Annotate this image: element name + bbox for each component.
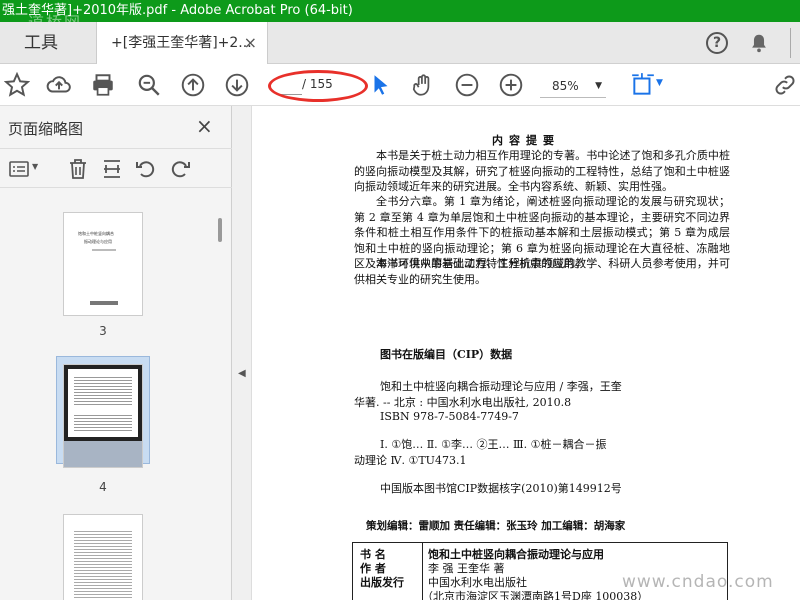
collapse-left-icon[interactable]: ◀ [238,368,246,379]
thumb-frame-left [64,365,68,441]
tab-divider [790,28,791,58]
cip-line-5: 动理论 Ⅳ. ①TU473.1 [354,454,467,467]
thumb-author-line [92,249,116,251]
panel-collapse-handle[interactable]: ◀ [232,106,252,600]
document-view: 内容提要 本书是关于桩土动力相互作用理论的专著。书中论述了饱和多孔介质中桩的竖向… [252,106,800,600]
watermark-url: www.cndao.com [622,572,774,592]
tab-document-label: +[李强王奎华著]+2... [111,35,252,51]
thumb-frame-right [138,365,142,441]
zoom-in-icon[interactable] [498,72,524,98]
page-thumbnail-5[interactable] [63,514,143,600]
table-row4-value: （北京市海淀区玉渊潭南路1号D座 100038） [422,590,649,600]
options-menu-icon[interactable] [8,157,32,181]
panel-toolbar: ▼ [0,148,232,188]
help-icon[interactable]: ? [706,32,728,54]
rotate-left-icon[interactable] [134,157,158,181]
cloud-upload-icon[interactable] [46,72,72,98]
bookmark-star-icon[interactable] [4,72,30,98]
thumbnail-scrollbar[interactable] [216,188,224,600]
thumb-frame-top [64,365,142,369]
scrollbar-thumb[interactable] [218,218,222,242]
editors-line: 策划编辑：雷顺加 责任编辑：张玉玲 加工编辑：胡海家 [366,520,626,532]
hand-tool-icon[interactable] [410,72,436,98]
thumb-text-block [74,375,132,405]
thumbnail-list: 饱和土中桩竖向耦合 振动理论与应用 3 4 [0,188,214,600]
zoom-value: 85% [552,79,579,93]
print-icon[interactable] [90,72,116,98]
link-icon[interactable] [772,72,798,98]
thumbnail-label-4: 4 [99,480,107,494]
page-down-icon[interactable] [224,72,250,98]
page-thumbnail-4[interactable] [63,364,143,468]
thumb-text-block-2 [74,413,132,431]
tab-bar: 工具 +[李强王奎华著]+2... × ? [0,22,800,64]
cip-title: 图书在版编目（CIP）数据 [380,348,513,361]
cip-line-1: 饱和土中桩竖向耦合振动理论与应用 / 李强，王奎 [380,380,622,393]
zoom-out-icon[interactable] [454,72,480,98]
page-up-icon[interactable] [180,72,206,98]
main-toolbar: / 155 85% ▼ ▼ [0,64,800,106]
cip-line-3: ISBN 978-7-5084-7749-7 [380,410,519,423]
thumbnail-label-3: 3 [99,324,107,338]
fit-page-icon[interactable] [630,72,656,98]
annotation-oval [268,70,368,102]
doc-paragraph-3: 本书可供从事岩土工程、工程抗震领域的教学、科研人员参考使用，并可供相关专业的研究… [354,257,730,286]
thumb-viewport-shade [64,441,142,467]
rotate-right-icon[interactable] [168,157,192,181]
fit-page-chevron-icon[interactable]: ▼ [656,78,663,88]
cip-line-6: 中国版本图书馆CIP数据核字(2010)第149912号 [380,482,622,495]
panel-title: 页面缩略图 [8,120,84,138]
panel-close-icon[interactable]: × [196,114,213,138]
bell-icon[interactable] [748,32,770,54]
chevron-down-icon: ▼ [595,81,602,91]
tab-close-icon[interactable]: × [244,22,257,64]
thumb-title-line2: 振动理论与应用 [84,239,112,244]
thumb-text-block-3 [74,529,132,600]
window-titlebar: 强土奎华著]+2010年版.pdf - Adobe Acrobat Pro (6… [0,0,800,22]
tab-document[interactable]: +[李强王奎华著]+2... × [96,22,268,64]
select-cursor-icon[interactable] [368,72,394,98]
trash-icon[interactable] [66,157,90,181]
doc-paragraph-1: 本书是关于桩土动力相互作用理论的专著。书中论述了饱和多孔介质中桩的竖向振动模型及… [354,149,730,193]
thumb-publisher-logo [90,301,118,305]
cip-line-2: 华著. -- 北京 : 中国水利水电出版社, 2010.8 [354,396,572,409]
doc-heading: 内容提要 [492,134,560,147]
tab-tools[interactable]: 工具 [0,22,82,64]
zoom-select[interactable]: 85% ▼ [540,74,606,98]
table-row3-label: 出版发行 [360,576,404,589]
cip-line-4: Ⅰ. ①饱… Ⅱ. ①李… ②王… Ⅲ. ①桩－耦合－振 [380,438,607,451]
zoom-search-icon[interactable] [136,72,162,98]
insert-page-icon[interactable] [100,157,124,181]
options-chevron-icon[interactable]: ▼ [32,162,38,171]
page-thumbnail-3[interactable]: 饱和土中桩竖向耦合 振动理论与应用 [63,212,143,316]
thumbnail-panel: 页面缩略图 × ▼ 饱和土中桩竖向耦合 振动理论与应用 3 4 [0,106,232,600]
thumb-title-line1: 饱和土中桩竖向耦合 [78,231,114,236]
